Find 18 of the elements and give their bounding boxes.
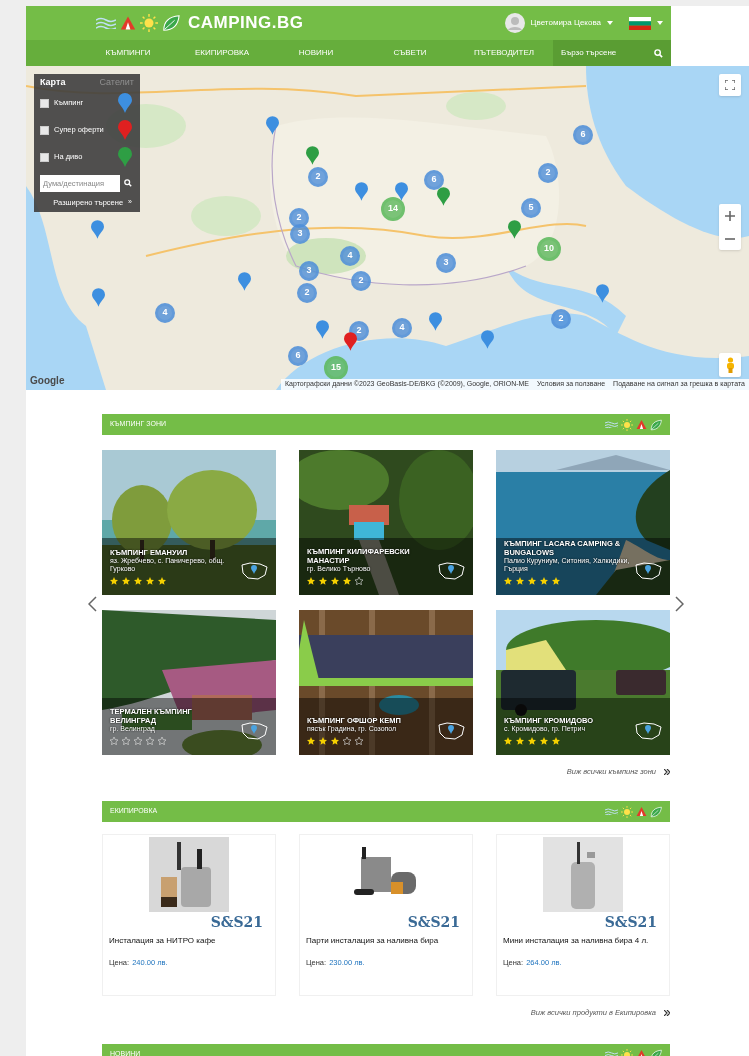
site-logo[interactable]: CAMPING.BG (188, 10, 304, 36)
brand-logo: S&S21 (210, 914, 263, 930)
google-logo: Google (30, 374, 65, 388)
nav-link[interactable]: НОВИНИ (269, 47, 363, 59)
map-type-tab[interactable]: Сателит (99, 76, 134, 90)
user-name[interactable]: Цветомира Цекова (530, 17, 601, 29)
search-input[interactable]: Бързо търсене (561, 47, 651, 59)
nav-link[interactable]: ЕКИПИРОВКА (175, 47, 269, 59)
nav-link[interactable]: КЪМПИНГИ (81, 47, 175, 59)
search-field[interactable]: Бързо търсене (553, 40, 671, 66)
product-name[interactable]: Парти инсталация за наливна бира (306, 936, 466, 954)
brand-logo: S&S21 (604, 914, 657, 930)
brand-logo: S&S21 (407, 914, 460, 930)
map-type-tab[interactable]: Карта (40, 76, 66, 90)
product-name[interactable]: Мини инсталация за наливна бира 4 л. (503, 936, 663, 954)
product-name[interactable]: Инсталация за НИТРО кафе (109, 936, 269, 954)
nav-link[interactable]: ПЪТЕВОДИТЕЛ (457, 47, 551, 59)
nav-link[interactable]: СЪВЕТИ (363, 47, 457, 59)
